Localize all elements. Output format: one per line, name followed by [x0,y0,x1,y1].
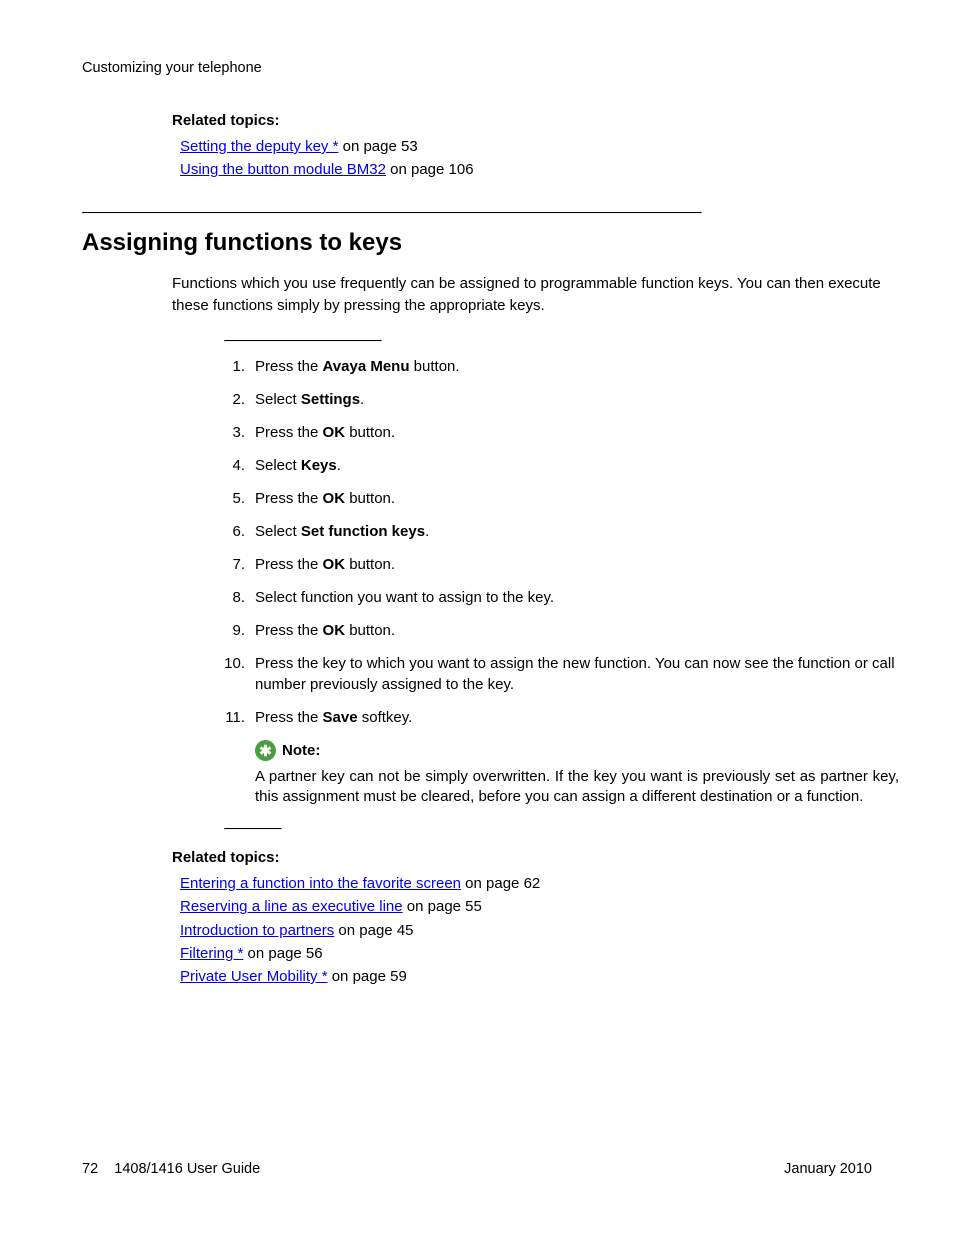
step: 4. Select Keys. [223,455,899,476]
related-suffix: on page 62 [461,875,540,892]
doc-title: 1408/1416 User Guide [114,1161,260,1177]
footer-left: 72 1408/1416 User Guide [82,1161,260,1177]
related-item: Introduction to partners on page 45 [180,919,540,942]
step: 7. Press the OK button. [223,554,899,575]
related-item: Entering a function into the favorite sc… [180,872,540,895]
related-suffix: on page 45 [334,922,413,939]
section-title: Assigning functions to keys [82,229,402,257]
step-number: 4. [223,455,249,476]
related-topics-top: Related topics: Setting the deputy key *… [172,112,474,182]
step-text: Press the Avaya Menu button. [249,356,460,377]
related-suffix: on page 53 [338,138,417,155]
step-number: 7. [223,554,249,575]
step-text: Press the OK button. [249,488,395,509]
step: 5. Press the OK button. [223,488,899,509]
related-item: Private User Mobility * on page 59 [180,965,540,988]
section-rule [82,212,702,214]
step-number: 3. [223,422,249,443]
page-footer: 72 1408/1416 User Guide January 2010 [82,1161,872,1177]
step-text: Select function you want to assign to th… [249,587,554,608]
intro-paragraph: Functions which you use frequently can b… [172,273,899,317]
related-link[interactable]: Private User Mobility * [180,968,328,985]
step: 2. Select Settings. [223,389,899,410]
related-item: Filtering * on page 56 [180,942,540,965]
note-icon: ✱ [255,740,276,761]
related-link[interactable]: Entering a function into the favorite sc… [180,875,461,892]
step-number: 11. [223,707,249,728]
page-number: 72 [82,1161,98,1177]
step-text: Select Keys. [249,455,341,476]
step-number: 1. [223,356,249,377]
running-header: Customizing your telephone [82,60,262,76]
related-topics-bottom: Related topics: Entering a function into… [172,849,540,988]
related-link[interactable]: Setting the deputy key * [180,138,338,155]
step-text: Press the OK button. [249,620,395,641]
note-header: ✱ Note: [255,740,899,761]
step-number: 2. [223,389,249,410]
step-text: Press the key to which you want to assig… [249,653,899,695]
step-text: Select Set function keys. [249,521,429,542]
related-suffix: on page 56 [243,945,322,962]
note-label: Note: [282,742,320,759]
step-number: 5. [223,488,249,509]
related-link[interactable]: Filtering * [180,945,243,962]
step-text: Press the OK button. [249,422,395,443]
note-text: A partner key can not be simply overwrit… [255,767,899,808]
related-item: Setting the deputy key * on page 53 [180,135,474,158]
related-item: Using the button module BM32 on page 106 [180,158,474,181]
step-number: 9. [223,620,249,641]
related-heading: Related topics: [172,849,540,866]
related-suffix: on page 106 [386,161,474,178]
step: 10. Press the key to which you want to a… [223,653,899,695]
steps-end-rule [224,828,282,830]
step: 1. Press the Avaya Menu button. [223,356,899,377]
step-number: 8. [223,587,249,608]
step: 6. Select Set function keys. [223,521,899,542]
related-suffix: on page 55 [403,898,482,915]
note-block: ✱ Note: A partner key can not be simply … [255,740,899,808]
step: 3. Press the OK button. [223,422,899,443]
related-heading: Related topics: [172,112,474,129]
related-link[interactable]: Reserving a line as executive line [180,898,403,915]
footer-date: January 2010 [784,1161,872,1177]
related-link[interactable]: Using the button module BM32 [180,161,386,178]
step: 11. Press the Save softkey. [223,707,899,728]
step-number: 6. [223,521,249,542]
step-text: Select Settings. [249,389,364,410]
related-suffix: on page 59 [328,968,407,985]
step-number: 10. [223,653,249,695]
related-item: Reserving a line as executive line on pa… [180,895,540,918]
step-text: Press the Save softkey. [249,707,412,728]
step: 8. Select function you want to assign to… [223,587,899,608]
step: 9. Press the OK button. [223,620,899,641]
step-text: Press the OK button. [249,554,395,575]
related-link[interactable]: Introduction to partners [180,922,334,939]
steps-list: 1. Press the Avaya Menu button. 2. Selec… [223,356,899,808]
steps-start-rule [224,340,382,342]
